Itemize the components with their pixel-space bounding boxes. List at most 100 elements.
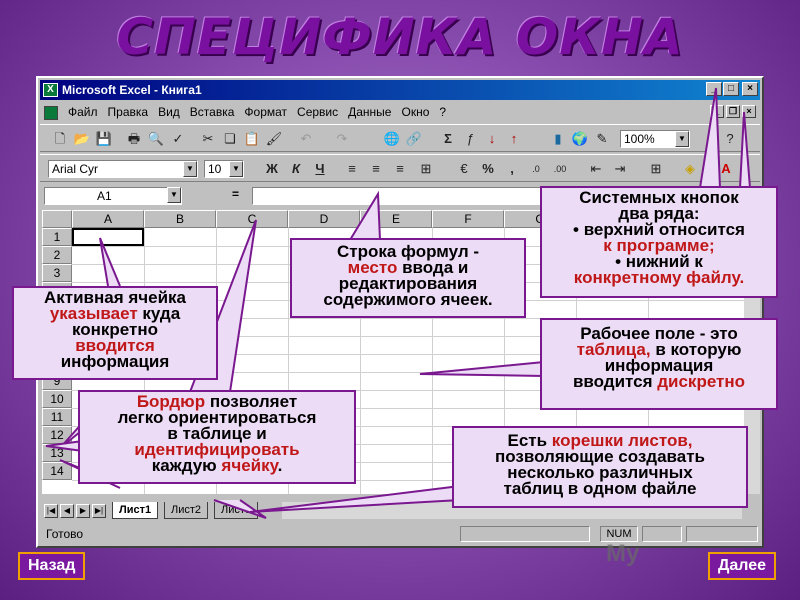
last-sheet-icon[interactable]: ▶|: [92, 504, 106, 518]
row-header[interactable]: 2: [42, 246, 72, 264]
align-right-icon[interactable]: ≡: [390, 159, 410, 179]
column-header[interactable]: B: [144, 210, 216, 228]
increase-indent-icon[interactable]: ⇥: [610, 159, 630, 179]
prev-sheet-icon[interactable]: ◀: [60, 504, 74, 518]
callout-border: Бордюр позволяет легко ориентироваться в…: [78, 390, 356, 484]
close-doc-button[interactable]: ×: [742, 105, 756, 118]
back-button[interactable]: Назад: [18, 552, 86, 580]
font-size-select[interactable]: 10 ▼: [204, 160, 244, 178]
cut-icon[interactable]: ✂: [198, 129, 218, 149]
paste-icon[interactable]: 📋: [242, 129, 262, 149]
callout-system-buttons: Системных кнопок два ряда: • верхний отн…: [540, 186, 778, 298]
zoom-select[interactable]: 100% ▼: [620, 130, 690, 148]
font-select[interactable]: Arial Cyr ▼: [48, 160, 198, 178]
restore-doc-button[interactable]: ❐: [726, 105, 740, 118]
row-header[interactable]: 12: [42, 426, 72, 444]
logo: My: [606, 540, 640, 567]
select-all-corner[interactable]: [42, 210, 72, 228]
drawing-icon[interactable]: ✎: [592, 129, 612, 149]
minimize-app-button[interactable]: _: [706, 82, 722, 96]
column-header[interactable]: A: [72, 210, 144, 228]
menu-insert[interactable]: Вставка: [190, 105, 235, 119]
sort-desc-icon[interactable]: ↑: [504, 129, 524, 149]
align-center-icon[interactable]: ≡: [366, 159, 386, 179]
sheet-tab-3[interactable]: Лист3: [214, 502, 259, 519]
comma-style-icon[interactable]: ,: [502, 159, 522, 179]
currency-icon[interactable]: €: [454, 159, 474, 179]
undo-icon[interactable]: ↶: [296, 129, 316, 149]
column-header[interactable]: D: [288, 210, 360, 228]
spelling-icon[interactable]: ✓: [168, 129, 188, 149]
increase-decimal-icon[interactable]: .0: [526, 159, 546, 179]
menu-help[interactable]: ?: [439, 105, 446, 119]
status-text: Готово: [46, 527, 84, 541]
decrease-indent-icon[interactable]: ⇤: [586, 159, 606, 179]
name-box[interactable]: A1 ▼: [44, 187, 182, 205]
chart-wizard-icon[interactable]: ▮: [548, 129, 568, 149]
new-doc-icon[interactable]: 🗋: [50, 129, 70, 149]
menu-view[interactable]: Вид: [158, 105, 180, 119]
first-sheet-icon[interactable]: |◀: [44, 504, 58, 518]
web-icon[interactable]: 🌐: [382, 129, 402, 149]
row-header[interactable]: 11: [42, 408, 72, 426]
formula-equals-sign[interactable]: =: [232, 187, 239, 201]
redo-icon[interactable]: ↷: [332, 129, 352, 149]
font-color-icon[interactable]: A: [716, 159, 736, 179]
italic-button[interactable]: К: [286, 159, 306, 179]
column-header[interactable]: E: [360, 210, 432, 228]
format-painter-icon[interactable]: 🖌: [264, 129, 284, 149]
open-folder-icon[interactable]: 📂: [72, 129, 92, 149]
merge-center-icon[interactable]: ⊞: [416, 159, 436, 179]
active-cell[interactable]: [72, 228, 144, 246]
borders-icon[interactable]: ⊞: [646, 159, 666, 179]
callout-sheet-tabs: Есть корешки листов, позволяющие создава…: [452, 426, 748, 508]
column-header[interactable]: C: [216, 210, 288, 228]
menu-tools[interactable]: Сервис: [297, 105, 338, 119]
menu-window[interactable]: Окно: [401, 105, 429, 119]
menu-file[interactable]: Файл: [68, 105, 98, 119]
maximize-app-button[interactable]: □: [723, 82, 739, 96]
help-icon[interactable]: ?: [720, 129, 740, 149]
document-menu-icon[interactable]: [44, 105, 58, 120]
status-bar: Готово NUM: [40, 524, 760, 544]
hyperlink-icon[interactable]: 🔗: [404, 129, 424, 149]
sheet-tab-2[interactable]: Лист2: [164, 502, 209, 519]
callout-formula-bar: Строка формул - место ввода и редактиров…: [290, 238, 526, 318]
decrease-decimal-icon[interactable]: .00: [550, 159, 570, 179]
callout-active-cell: Активная ячейка указывает куда конкретно…: [12, 286, 218, 380]
percent-icon[interactable]: %: [478, 159, 498, 179]
next-sheet-icon[interactable]: ▶: [76, 504, 90, 518]
chevron-down-icon: ▼: [229, 161, 243, 177]
window-title: Microsoft Excel - Книга1: [62, 83, 202, 97]
align-left-icon[interactable]: ≡: [342, 159, 362, 179]
autosum-icon[interactable]: Σ: [438, 129, 458, 149]
menu-bar: Файл Правка Вид Вставка Формат Сервис Данные Ок…: [40, 102, 760, 122]
column-header[interactable]: F: [432, 210, 504, 228]
row-header[interactable]: 10: [42, 390, 72, 408]
copy-icon[interactable]: ❏: [220, 129, 240, 149]
sort-asc-icon[interactable]: ↓: [482, 129, 502, 149]
row-header[interactable]: 1: [42, 228, 72, 246]
map-icon[interactable]: 🌍: [570, 129, 590, 149]
chevron-down-icon: ▼: [167, 187, 181, 203]
callout-work-field: Рабочее поле - это таблица, в которую ин…: [540, 318, 778, 410]
row-header[interactable]: 3: [42, 264, 72, 282]
menu-edit[interactable]: Правка: [108, 105, 149, 119]
underline-button[interactable]: Ч: [310, 159, 330, 179]
fill-color-icon[interactable]: ◈: [680, 159, 700, 179]
menu-data[interactable]: Данные: [348, 105, 391, 119]
chevron-down-icon: ▼: [675, 131, 689, 147]
formatting-toolbar: Arial Cyr ▼ 10 ▼ Ж К Ч ≡ ≡ ≡ ⊞ € % , .0 .0…: [40, 154, 760, 182]
row-header[interactable]: 14: [42, 462, 72, 480]
bold-button[interactable]: Ж: [262, 159, 282, 179]
print-icon[interactable]: 🖶: [124, 129, 144, 149]
menu-format[interactable]: Формат: [244, 105, 287, 119]
next-button[interactable]: Далее: [708, 552, 777, 580]
row-header[interactable]: 13: [42, 444, 72, 462]
save-icon[interactable]: 💾: [94, 129, 114, 149]
close-app-button[interactable]: ×: [742, 82, 758, 96]
sheet-tab-1[interactable]: Лист1: [112, 502, 159, 519]
print-preview-icon[interactable]: 🔍: [146, 129, 166, 149]
function-icon[interactable]: ƒ: [460, 129, 480, 149]
minimize-doc-button[interactable]: _: [710, 105, 724, 118]
